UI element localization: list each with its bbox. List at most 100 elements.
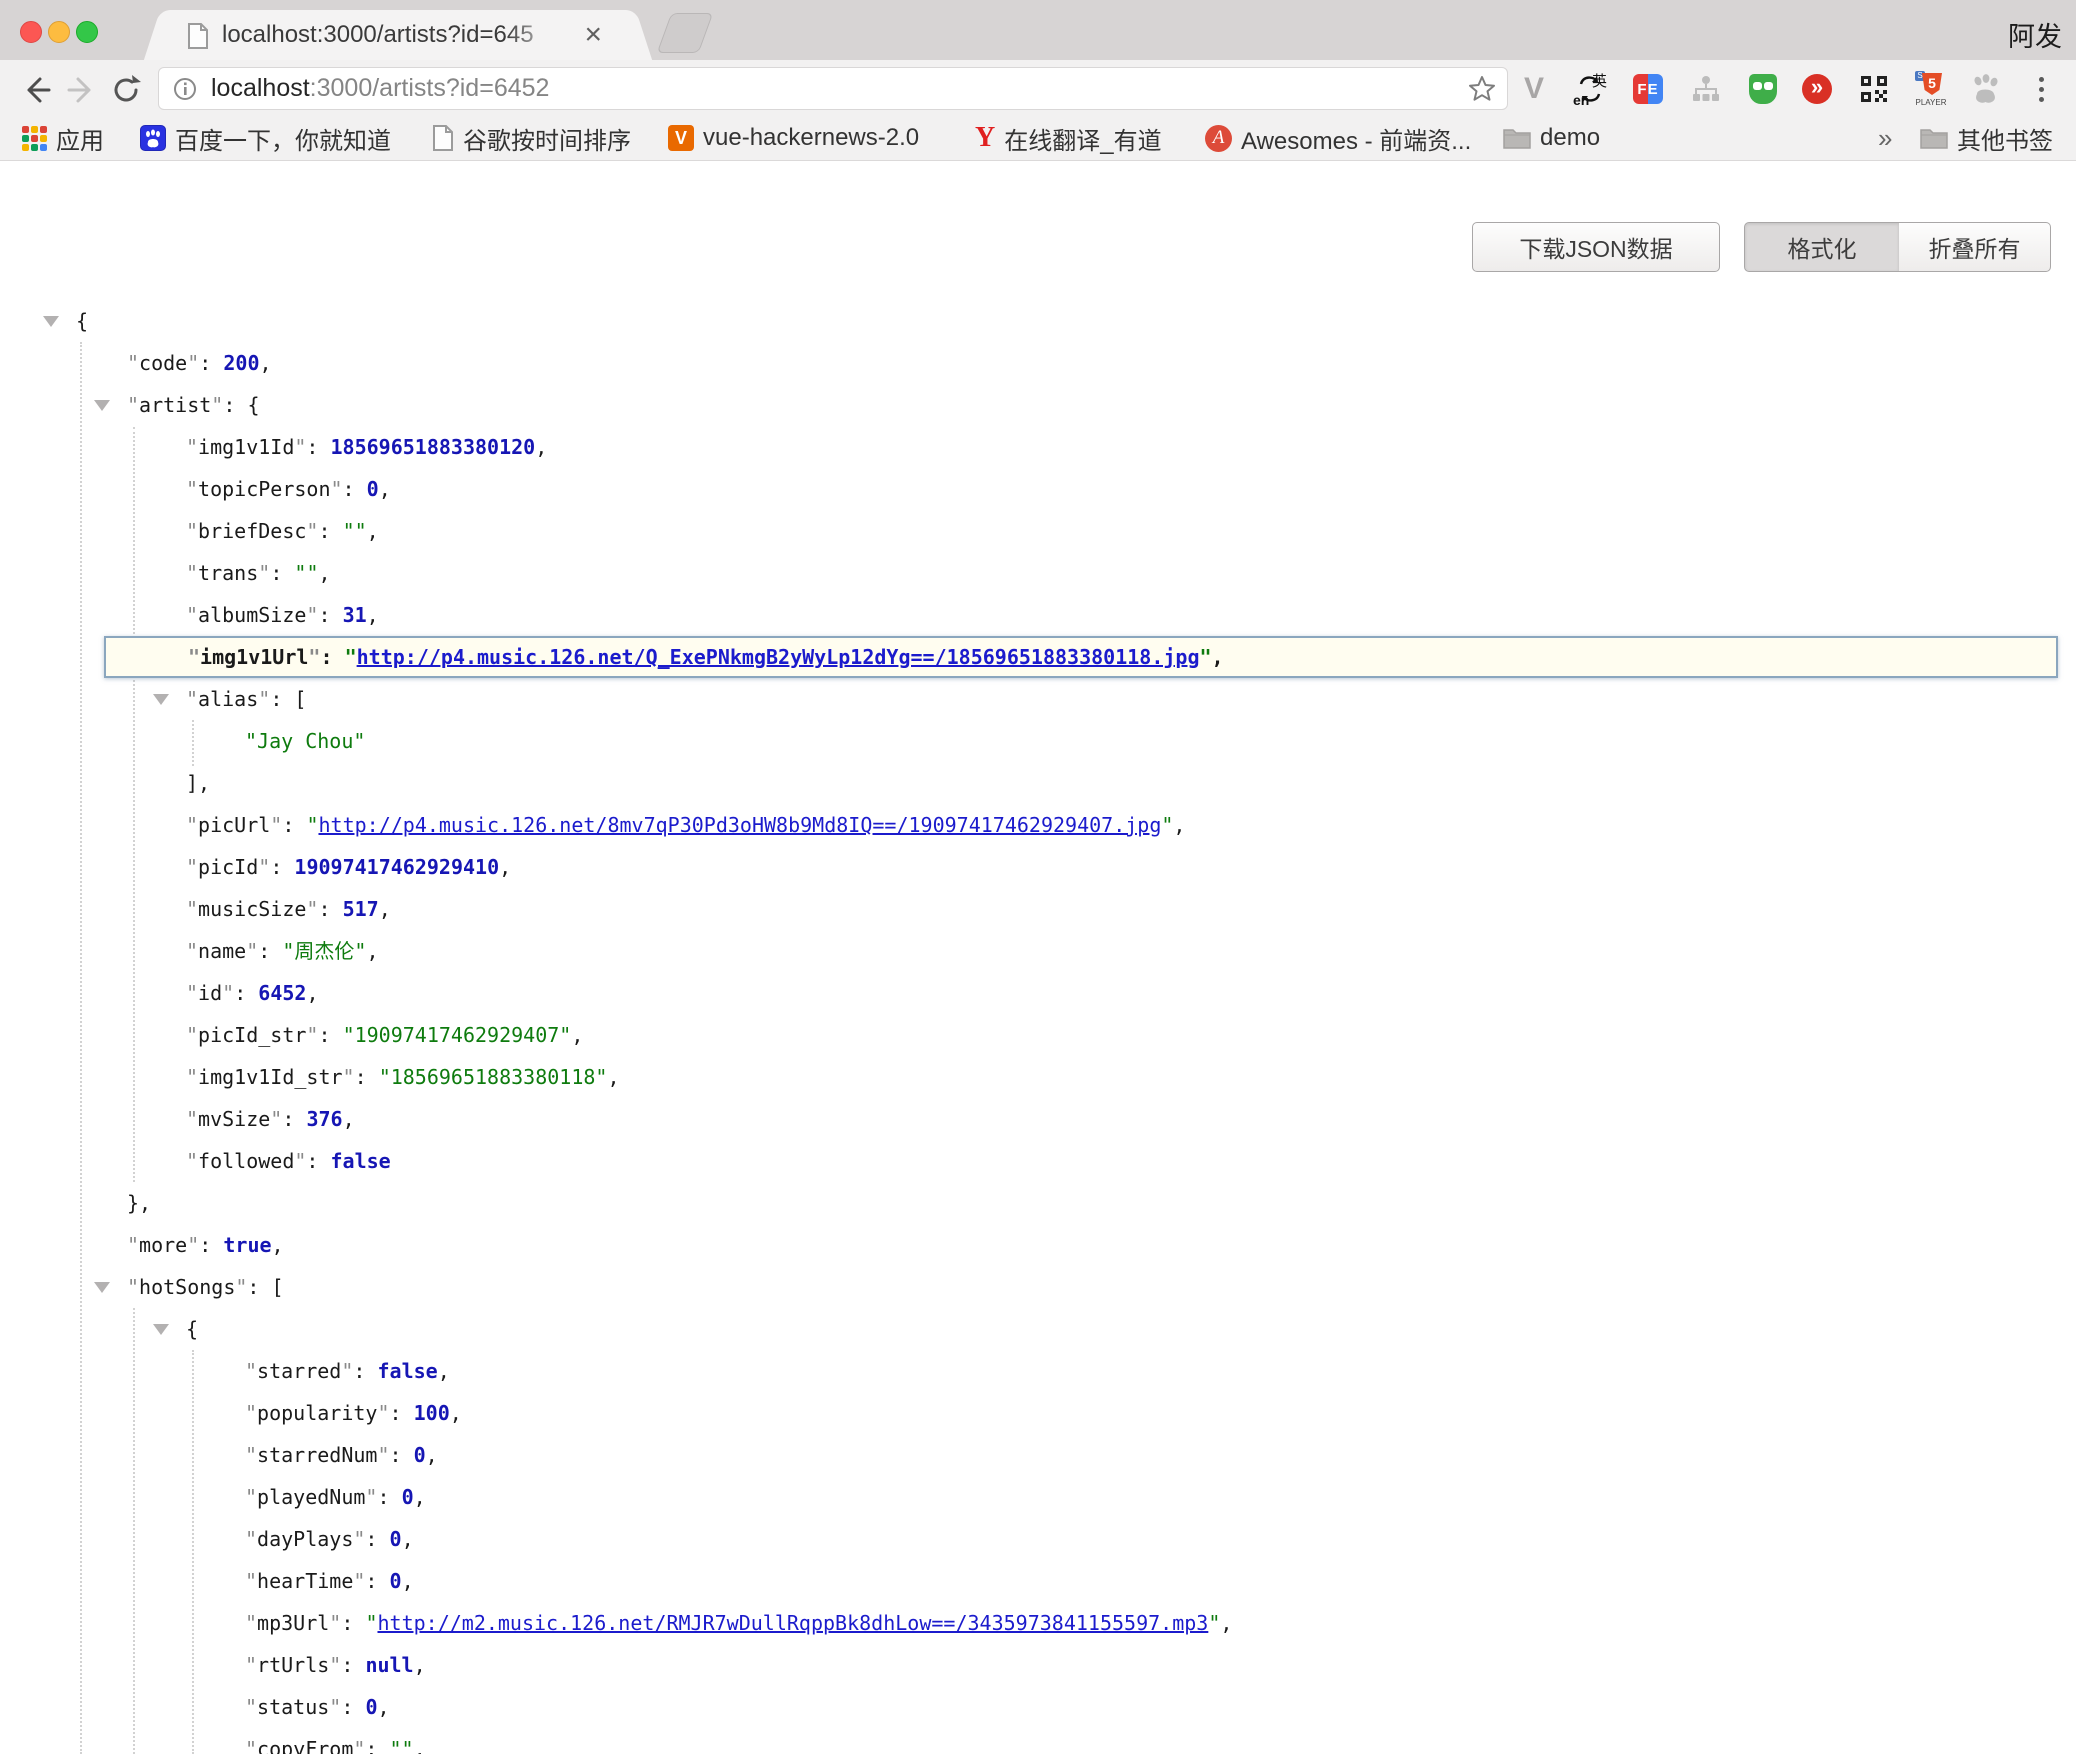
reload-button[interactable] — [106, 70, 146, 110]
minimize-window-button[interactable] — [48, 21, 70, 43]
bookmark-google-sort[interactable]: 谷歌按时间排序 — [432, 122, 631, 154]
bookmark-label: demo — [1540, 124, 1600, 152]
json-key: copyFrom — [257, 1737, 353, 1754]
json-line: "picId_str": "19097417462929407", — [0, 1014, 2076, 1056]
json-value: "19097417462929407" — [343, 1023, 572, 1047]
info-icon[interactable] — [173, 77, 197, 101]
bookmark-baidu[interactable]: 百度一下，你就知道 — [140, 122, 391, 154]
json-value: 0 — [365, 1695, 377, 1719]
back-arrow-icon — [19, 73, 53, 107]
forward-button[interactable] — [62, 70, 102, 110]
collapse-triangle-icon[interactable] — [94, 1282, 110, 1293]
json-line: { — [0, 300, 2076, 342]
tampermonkey-icon — [1749, 74, 1777, 104]
json-value: 0 — [367, 477, 379, 501]
bookmark-youdao[interactable]: Y 在线翻译_有道 — [975, 122, 1162, 154]
json-line: "alias": [ — [0, 678, 2076, 720]
json-value: 517 — [343, 897, 379, 921]
json-value: "" — [294, 561, 318, 585]
json-line: "starred": false, — [0, 1350, 2076, 1392]
url-text[interactable]: localhost:3000/artists?id=6452 — [211, 74, 549, 103]
json-value: 0 — [402, 1485, 414, 1509]
bookmark-star-icon[interactable] — [1467, 74, 1497, 104]
json-key: starredNum — [257, 1443, 377, 1467]
extension-translate-button[interactable]: 英 en — [1572, 71, 1608, 107]
json-line: "rtUrls": null, — [0, 1644, 2076, 1686]
json-key: alias — [198, 687, 258, 711]
json-key: code — [139, 351, 187, 375]
json-key: hotSongs — [139, 1275, 235, 1299]
extension-vimium-button[interactable]: V — [1516, 71, 1552, 107]
json-line: "dayPlays": 0, — [0, 1518, 2076, 1560]
json-url-link[interactable]: http://p4.music.126.net/8mv7qP30Pd3oHW8b… — [318, 813, 1161, 837]
extension-qrcode-button[interactable] — [1856, 71, 1892, 107]
json-key: rtUrls — [257, 1653, 329, 1677]
json-key: starred — [257, 1359, 341, 1383]
json-value: "" — [390, 1737, 414, 1754]
browser-menu-button[interactable] — [2026, 71, 2056, 107]
extension-html5-player-button[interactable]: S 5 PLAYER — [1913, 71, 1949, 107]
collapse-triangle-icon[interactable] — [153, 694, 169, 705]
json-key: briefDesc — [198, 519, 306, 543]
browser-tab[interactable]: localhost:3000/artists?id=645 × — [172, 10, 624, 60]
json-value: 31 — [343, 603, 367, 627]
json-key: playedNum — [257, 1485, 365, 1509]
json-line: "code": 200, — [0, 342, 2076, 384]
json-line: { — [0, 1308, 2076, 1350]
back-button[interactable] — [16, 70, 56, 110]
bookmark-apps[interactable]: 应用 — [22, 122, 104, 154]
json-key: popularity — [257, 1401, 377, 1425]
json-key: trans — [198, 561, 258, 585]
bookmark-folder-others[interactable]: 其他书签 — [1920, 122, 2053, 154]
tab-close-icon[interactable]: × — [584, 18, 602, 52]
bookmark-label: vue-hackernews-2.0 — [703, 124, 919, 152]
fe-icon: FE — [1633, 74, 1663, 104]
json-key: img1v1Id — [198, 435, 294, 459]
close-window-button[interactable] — [20, 21, 42, 43]
collapse-triangle-icon[interactable] — [43, 316, 59, 327]
json-url-link[interactable]: http://p4.music.126.net/Q_ExePNkmgB2yWyL… — [357, 645, 1200, 669]
download-json-button[interactable]: 下载JSON数据 — [1472, 222, 1720, 272]
collapse-triangle-icon[interactable] — [94, 400, 110, 411]
bookmark-vue-hackernews[interactable]: V vue-hackernews-2.0 — [668, 122, 919, 154]
extension-video-helper-button[interactable]: » — [1799, 71, 1835, 107]
json-line: "mvSize": 376, — [0, 1098, 2076, 1140]
forward-arrow-icon — [65, 73, 99, 107]
json-value: 18569651883380120 — [331, 435, 536, 459]
bookmark-folder-demo[interactable]: demo — [1503, 122, 1600, 154]
new-tab-button[interactable] — [657, 13, 714, 53]
json-value: false — [331, 1149, 391, 1173]
youdao-icon: Y — [975, 122, 995, 154]
bookmark-label: Awesomes - 前端资... — [1241, 121, 1471, 156]
bookmarks-overflow-button[interactable]: » — [1878, 122, 1892, 154]
bookmark-label: 谷歌按时间排序 — [463, 121, 631, 156]
html5-player-icon: S 5 PLAYER — [1913, 71, 1949, 107]
profile-name[interactable]: 阿发 — [2008, 15, 2062, 54]
json-line: "img1v1Id_str": "18569651883380118", — [0, 1056, 2076, 1098]
json-line: "briefDesc": "", — [0, 510, 2076, 552]
json-url-link[interactable]: http://m2.music.126.net/RMJR7wDullRqppBk… — [377, 1611, 1208, 1635]
bookmark-label: 其他书签 — [1957, 121, 2053, 156]
zoom-window-button[interactable] — [76, 21, 98, 43]
json-line: "img1v1Url": "http://p4.music.126.net/Q_… — [104, 636, 2058, 678]
tab-title: localhost:3000/artists?id=645 — [222, 21, 562, 51]
extension-fe-button[interactable]: FE — [1630, 71, 1666, 107]
collapse-all-button[interactable]: 折叠所有 — [1899, 222, 2051, 272]
vimium-icon: V — [1524, 72, 1544, 106]
json-key: musicSize — [198, 897, 306, 921]
browser-window: localhost:3000/artists?id=645 × 阿发 — [0, 0, 2076, 1754]
collapse-triangle-icon[interactable] — [153, 1324, 169, 1335]
json-line: ], — [0, 762, 2076, 804]
json-line: "id": 6452, — [0, 972, 2076, 1014]
address-bar[interactable]: localhost:3000/artists?id=6452 — [158, 67, 1508, 110]
json-key: status — [257, 1695, 329, 1719]
extension-paw-button[interactable] — [1967, 71, 2003, 107]
json-value: 6452 — [258, 981, 306, 1005]
extension-tampermonkey-button[interactable] — [1745, 71, 1781, 107]
bookmark-awesomes[interactable]: A Awesomes - 前端资... — [1205, 122, 1471, 154]
json-line: "topicPerson": 0, — [0, 468, 2076, 510]
json-key: picUrl — [198, 813, 270, 837]
format-button[interactable]: 格式化 — [1744, 222, 1900, 272]
extension-sitemap-button[interactable] — [1688, 71, 1724, 107]
json-tree: {"code": 200,"artist": {"img1v1Id": 1856… — [0, 300, 2076, 1754]
